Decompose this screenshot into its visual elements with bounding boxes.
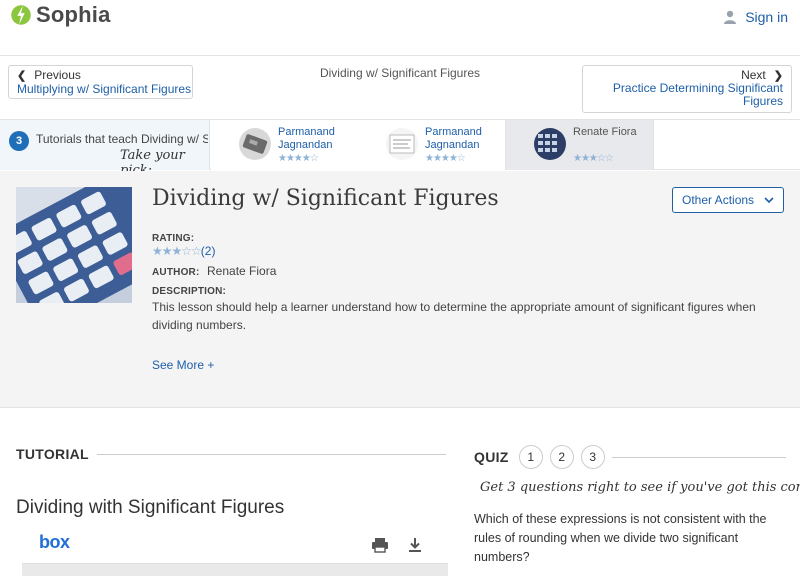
- quiz-section-header: QUIZ 1 2 3: [474, 445, 786, 469]
- author-name: Renate Fiora: [207, 264, 277, 278]
- quiz-question-1[interactable]: 1: [518, 445, 543, 469]
- sophia-logo-icon: [11, 5, 31, 25]
- tutorial-thumbnail: [239, 128, 271, 160]
- tutorial-intro-text: Tutorials that teach Dividing w/ Signifi…: [36, 132, 208, 146]
- document-viewer: box: [22, 528, 448, 576]
- tutorial-thumbnail: [534, 128, 566, 160]
- user-icon: [724, 10, 737, 24]
- lesson-title: Dividing w/ Significant Figures: [152, 186, 499, 211]
- tutorial-option[interactable]: Parmanand Jagnandan ★★★★☆: [358, 120, 506, 170]
- top-bar: Sophia Sign in: [0, 0, 800, 56]
- description-label: DESCRIPTION:: [152, 286, 227, 297]
- brand-name: Sophia: [36, 2, 111, 27]
- chevron-left-icon: ❮: [17, 69, 27, 82]
- tutorial-rating: ★★★★☆: [278, 153, 319, 164]
- sophia-logo[interactable]: Sophia: [10, 2, 111, 28]
- tutorial-thumbnail: [386, 128, 418, 160]
- chevron-down-icon: [764, 196, 774, 203]
- tutorial-author: Parmanand Jagnandan: [425, 126, 482, 151]
- tutorial-section-label: TUTORIAL: [16, 446, 89, 462]
- next-lesson-link[interactable]: Practice Determining Significant Figures: [591, 82, 783, 108]
- tutorial-author: Parmanand Jagnandan: [278, 126, 335, 151]
- tutorial-option[interactable]: Parmanand Jagnandan ★★★★☆: [211, 120, 359, 170]
- current-lesson-title: Dividing w/ Significant Figures: [319, 66, 481, 80]
- quiz-tagline: Get 3 questions right to see if you've g…: [480, 480, 800, 495]
- tutorial-option-selected[interactable]: Renate Fiora ★★★☆☆: [506, 120, 654, 170]
- sign-in-link[interactable]: Sign in: [723, 9, 788, 25]
- tutorial-author: Renate Fiora: [573, 126, 637, 138]
- tutorial-rating: ★★★★☆: [425, 153, 466, 164]
- sign-in-label: Sign in: [745, 9, 788, 25]
- tutorial-rating: ★★★☆☆: [573, 153, 614, 164]
- download-icon[interactable]: [406, 536, 424, 554]
- document-preview[interactable]: [22, 563, 448, 576]
- quiz-question-text: Which of these expressions is not consis…: [474, 512, 767, 564]
- lesson-thumbnail-calculator: [16, 187, 132, 303]
- lesson-info-panel: Dividing w/ Significant Figures Other Ac…: [0, 171, 800, 408]
- other-actions-dropdown[interactable]: Other Actions: [672, 187, 784, 213]
- print-icon[interactable]: [371, 536, 389, 554]
- previous-label: Previous: [34, 68, 81, 82]
- lesson-description: This lesson should help a learner unders…: [152, 300, 756, 332]
- rating-label: RATING:: [152, 233, 195, 244]
- tutorial-count-badge: 3: [9, 131, 29, 151]
- tutorial-heading: Dividing with Significant Figures: [16, 497, 285, 518]
- box-logo: box: [39, 532, 70, 552]
- quiz-question-2[interactable]: 2: [549, 445, 574, 469]
- rating-count[interactable]: (2): [201, 244, 216, 258]
- section-divider: [96, 453, 446, 455]
- section-divider: [611, 456, 786, 458]
- viewer-toolbar: box: [22, 528, 448, 562]
- lesson-rating-stars: ★★★☆☆(2): [152, 244, 216, 258]
- tutorial-section-header: TUTORIAL: [16, 446, 446, 462]
- next-label: Next: [741, 68, 766, 82]
- previous-lesson-link[interactable]: Multiplying w/ Significant Figures: [17, 82, 191, 96]
- lesson-navigation: ❮ Previous Multiplying w/ Significant Fig…: [0, 57, 800, 119]
- quiz-question-3[interactable]: 3: [580, 445, 605, 469]
- quiz-section-label: QUIZ: [474, 449, 509, 465]
- other-actions-label: Other Actions: [682, 193, 755, 207]
- previous-lesson-button[interactable]: ❮ Previous Multiplying w/ Significant Fig…: [8, 65, 193, 99]
- tutorial-picker-intro: 3 Tutorials that teach Dividing w/ Signi…: [0, 120, 210, 178]
- tutorial-picker: 3 Tutorials that teach Dividing w/ Signi…: [0, 119, 800, 178]
- next-lesson-button[interactable]: Next ❯ Practice Determining Significant F…: [582, 65, 792, 113]
- author-label: AUTHOR:: [152, 267, 200, 278]
- see-more-link[interactable]: See More +: [152, 358, 214, 372]
